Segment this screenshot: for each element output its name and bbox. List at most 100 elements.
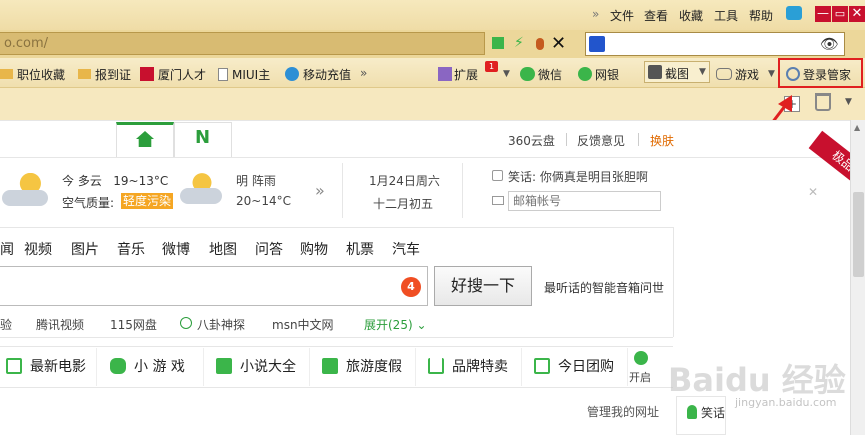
quick-link[interactable]: 八卦神探 <box>197 316 245 333</box>
scroll-thumb[interactable] <box>853 192 864 277</box>
quick-link[interactable]: 验 <box>0 316 12 333</box>
fav-item[interactable]: 厦门人才 <box>140 66 206 83</box>
mail-icon <box>492 196 504 205</box>
nav-qa[interactable]: 问答 <box>255 239 283 259</box>
cloud-shape <box>180 188 222 204</box>
category-movies[interactable]: 最新电影 <box>6 348 97 386</box>
divider <box>0 157 850 158</box>
quick-link[interactable]: 腾讯视频 <box>36 316 84 333</box>
joke-link[interactable]: 笑话: 你俩真是明目张胆啊 <box>508 168 648 185</box>
map-icon <box>322 358 338 374</box>
games-button[interactable]: 游戏 <box>716 66 759 83</box>
air-quality-badge: 轻度污染 <box>121 193 174 209</box>
extensions-button[interactable]: 扩展 <box>438 66 478 83</box>
nav-images[interactable]: 图片 <box>71 239 99 259</box>
search-hint-link[interactable]: 最听话的智能音箱问世 <box>544 279 664 296</box>
menu-tools[interactable]: 工具 <box>714 7 738 24</box>
login-manager-highlight <box>778 58 863 88</box>
nav-cars[interactable]: 汽车 <box>392 239 420 259</box>
chevron-down-icon[interactable]: ▼ <box>699 67 706 77</box>
address-bar[interactable]: o.com/ <box>0 32 485 55</box>
nav-news[interactable]: 闻 <box>0 239 14 259</box>
tab-news[interactable]: N <box>174 122 232 157</box>
weather-more-icon[interactable]: » <box>315 181 325 200</box>
folder-icon <box>0 69 13 79</box>
scissors-icon <box>648 65 662 79</box>
puzzle-icon <box>438 67 452 81</box>
gamepad-icon <box>716 68 732 80</box>
chevron-down-icon[interactable]: ▼ <box>768 69 775 79</box>
block-icon[interactable]: ✕ <box>551 33 566 54</box>
page-icon <box>218 68 228 81</box>
divider <box>462 163 463 218</box>
category-travel[interactable]: 旅游度假 <box>322 348 416 386</box>
search-engine-box[interactable]: 👁 <box>585 32 845 56</box>
menu-overflow-icon[interactable]: » <box>592 7 599 21</box>
menu-favorites[interactable]: 收藏 <box>679 7 703 24</box>
ribbon-close-icon[interactable]: ✕ <box>808 185 818 199</box>
category-games[interactable]: 小 游 戏 <box>110 348 204 386</box>
search-button[interactable]: 好搜一下 <box>434 266 532 306</box>
security-grid-icon <box>492 37 504 49</box>
maximize-icon[interactable]: ▭ <box>832 6 848 22</box>
watermark-url: jingyan.baidu.com <box>735 396 837 409</box>
play-icon <box>180 317 192 329</box>
mail-account-input[interactable] <box>508 191 661 211</box>
feedback-link[interactable]: 反馈意见 <box>577 132 625 149</box>
nav-shopping[interactable]: 购物 <box>300 239 328 259</box>
skin-shirt-icon[interactable] <box>786 6 802 20</box>
fav-overflow-icon[interactable]: » <box>360 66 367 80</box>
quick-link[interactable]: 115网盘 <box>110 316 157 333</box>
open-label[interactable]: 开启 <box>629 369 651 385</box>
nav-flights[interactable]: 机票 <box>346 239 374 259</box>
fav-item[interactable]: 职位收藏 <box>0 66 65 83</box>
chevron-down-icon[interactable]: ▼ <box>503 69 510 79</box>
microphone-icon <box>687 405 697 419</box>
skin-link[interactable]: 换肤 <box>650 132 674 149</box>
nav-weibo[interactable]: 微博 <box>162 239 190 259</box>
nav-map[interactable]: 地图 <box>209 239 237 259</box>
category-novels[interactable]: 小说大全 <box>216 348 310 386</box>
trash-icon[interactable] <box>815 93 831 111</box>
speed-icon: ⚡ <box>514 35 524 51</box>
manage-sites-link[interactable]: 管理我的网址 <box>587 403 659 420</box>
menu-file[interactable]: 文件 <box>610 7 634 24</box>
nav-video[interactable]: 视频 <box>24 239 52 259</box>
fav-item[interactable]: MIUI主 <box>218 66 270 83</box>
fav-item[interactable]: 报到证 <box>78 66 131 83</box>
arrow-head <box>778 95 792 112</box>
favorites-bar: 职位收藏 报到证 厦门人才 MIUI主 移动充值 » 扩展 1 ▼ 微信 网银 … <box>0 58 865 88</box>
power-icon[interactable] <box>634 351 648 365</box>
menu-bar: » 文件 查看 收藏 工具 帮助 — ▭ ✕ <box>0 0 865 30</box>
minimize-icon[interactable]: — <box>815 6 831 22</box>
search-input[interactable]: 4 <box>0 266 428 306</box>
joke-icon <box>492 170 503 181</box>
air-quality-label: 空气质量: <box>62 196 115 210</box>
mobile-logo-icon <box>285 67 299 81</box>
divider <box>342 163 343 218</box>
category-brand-sale[interactable]: 品牌特卖 <box>428 348 522 386</box>
eye-icon[interactable]: 👁 <box>820 35 839 53</box>
fav-item[interactable]: 移动充值 <box>285 66 351 83</box>
film-icon <box>6 358 22 374</box>
scrollbar[interactable]: ▲ <box>850 120 865 435</box>
category-group-buy[interactable]: 今日团购 <box>534 348 628 386</box>
expand-link[interactable]: 展开(25) ⌄ <box>364 316 427 333</box>
menu-view[interactable]: 查看 <box>644 7 668 24</box>
bank-button[interactable]: 网银 <box>578 66 619 83</box>
chevron-down-icon[interactable]: ▼ <box>845 97 852 107</box>
wechat-button[interactable]: 微信 <box>520 66 562 83</box>
cart-icon <box>428 358 444 374</box>
tab-home[interactable] <box>116 122 174 157</box>
quick-link[interactable]: msn中文网 <box>272 316 334 333</box>
baidu-paw-icon[interactable] <box>589 36 605 52</box>
close-icon[interactable]: ✕ <box>849 6 865 22</box>
nav-music[interactable]: 音乐 <box>117 239 145 259</box>
plugin-icon <box>536 38 544 50</box>
book-icon <box>216 358 232 374</box>
screenshot-button[interactable]: 截图 ▼ <box>644 61 710 83</box>
menu-help[interactable]: 帮助 <box>749 7 773 24</box>
scroll-up-icon[interactable]: ▲ <box>854 123 860 132</box>
cloud-link[interactable]: 360云盘 <box>508 132 555 149</box>
joke-tab[interactable]: 笑话 <box>676 396 726 435</box>
